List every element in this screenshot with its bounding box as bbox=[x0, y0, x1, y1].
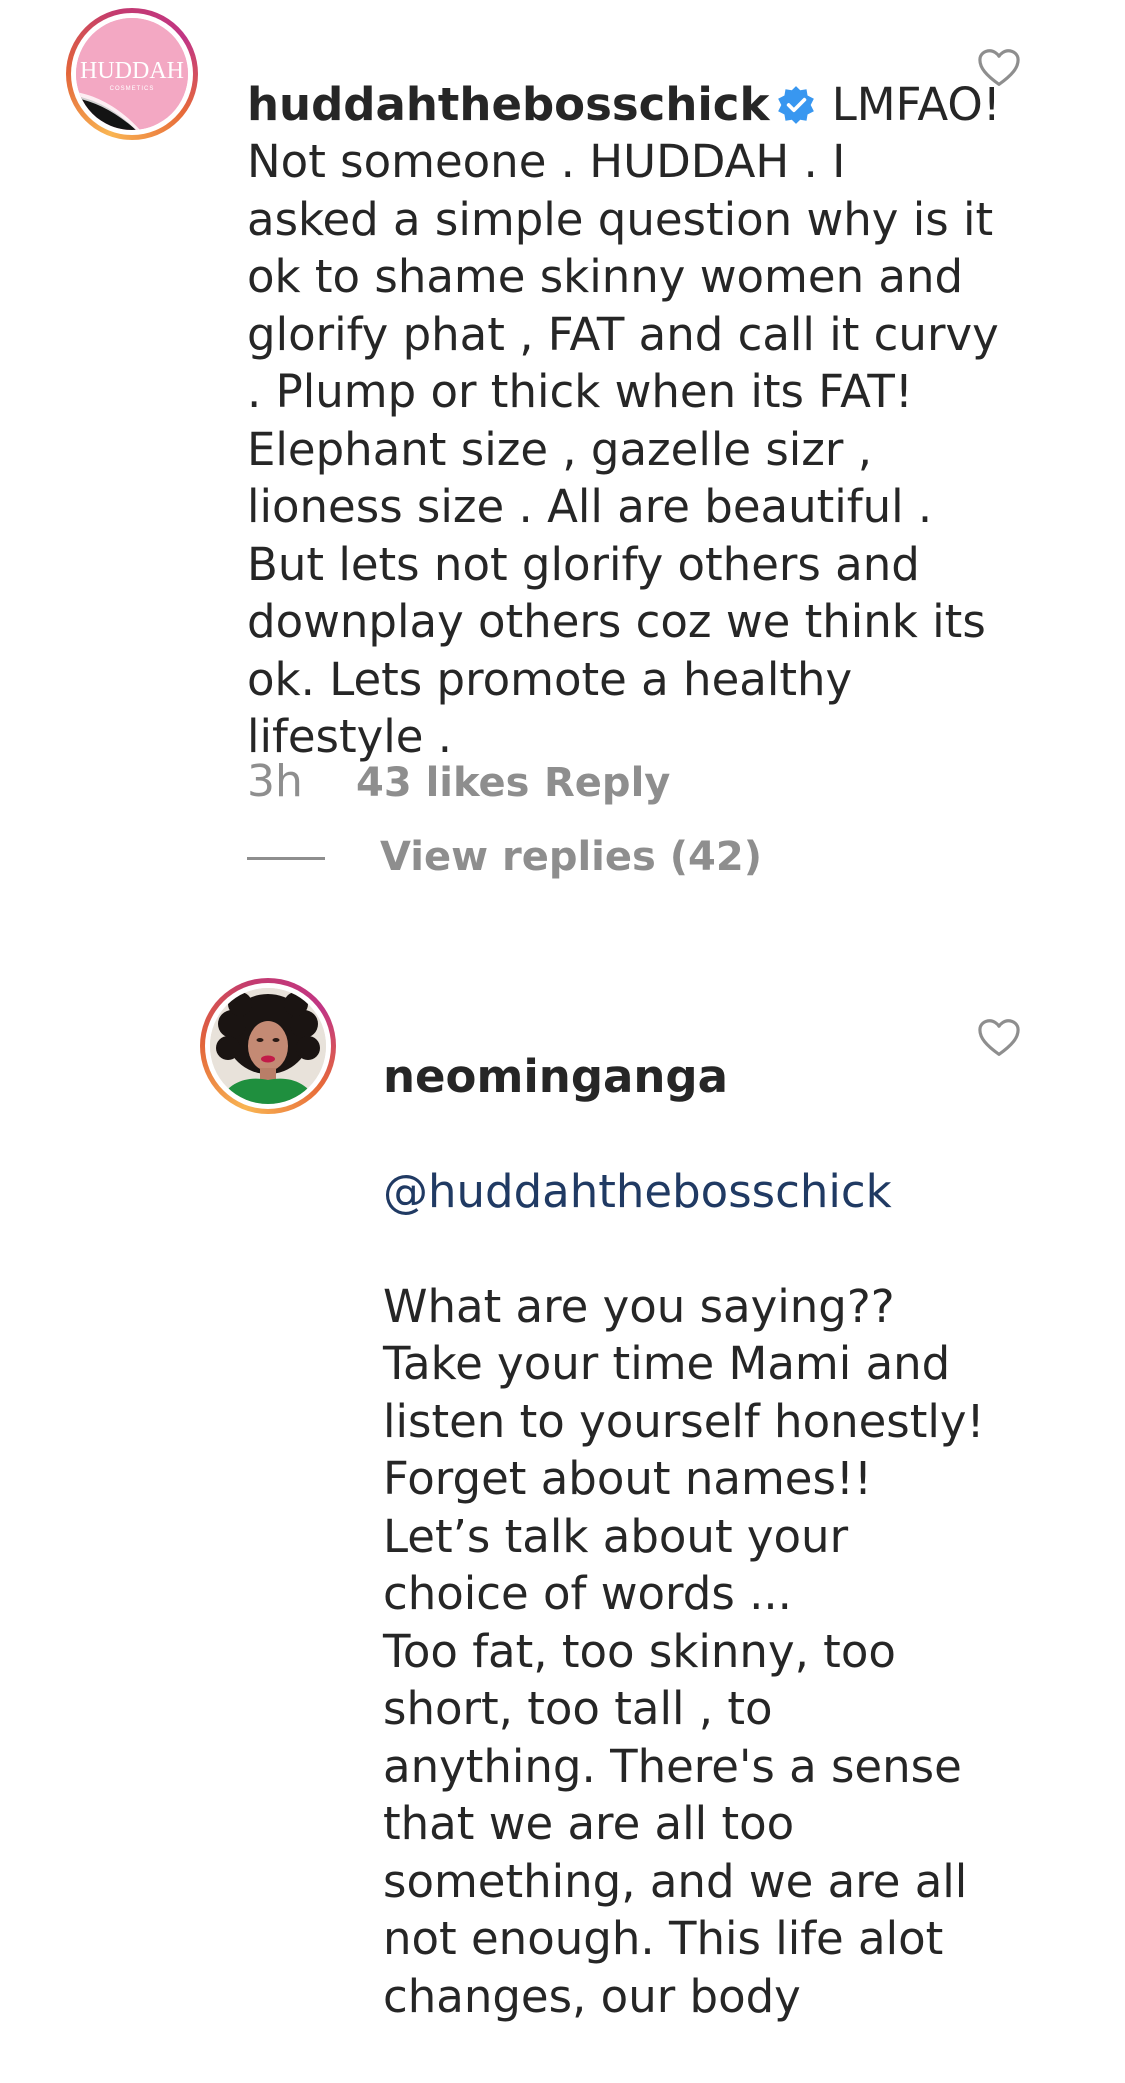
heart-outline-icon[interactable] bbox=[977, 48, 1021, 92]
verified-badge-icon bbox=[775, 82, 817, 124]
avatar-neominganga[interactable] bbox=[200, 978, 336, 1114]
comment-text: LMFAO! Not someone . HUDDAH . I asked a … bbox=[247, 77, 1001, 764]
username-neominganga[interactable]: neominganga bbox=[383, 1048, 1043, 1106]
comment-likes[interactable]: 43 likes bbox=[356, 760, 529, 806]
comment-body: huddahthebosschick LMFAO! Not someone . … bbox=[247, 18, 1007, 766]
view-replies-button[interactable]: View replies (42) bbox=[380, 834, 762, 880]
avatar-huddah[interactable]: HUDDAH COSMETICS bbox=[66, 8, 198, 140]
comment-time: 3h bbox=[247, 756, 303, 807]
comment-body: neominganga @huddahthebosschick What are… bbox=[383, 990, 1043, 2083]
huddah-logo-image: HUDDAH COSMETICS bbox=[76, 18, 188, 130]
comment-text: What are you saying?? Take your time Mam… bbox=[383, 1279, 985, 2023]
svg-text:COSMETICS: COSMETICS bbox=[110, 86, 155, 92]
replies-divider bbox=[247, 857, 325, 860]
username-huddah[interactable]: huddahthebosschick bbox=[247, 78, 769, 131]
svg-text:HUDDAH: HUDDAH bbox=[80, 58, 184, 84]
reply-button[interactable]: Reply bbox=[544, 760, 670, 806]
profile-photo bbox=[210, 988, 326, 1104]
heart-outline-icon[interactable] bbox=[977, 1018, 1021, 1062]
mention-link[interactable]: @huddahthebosschick bbox=[383, 1163, 1043, 1221]
